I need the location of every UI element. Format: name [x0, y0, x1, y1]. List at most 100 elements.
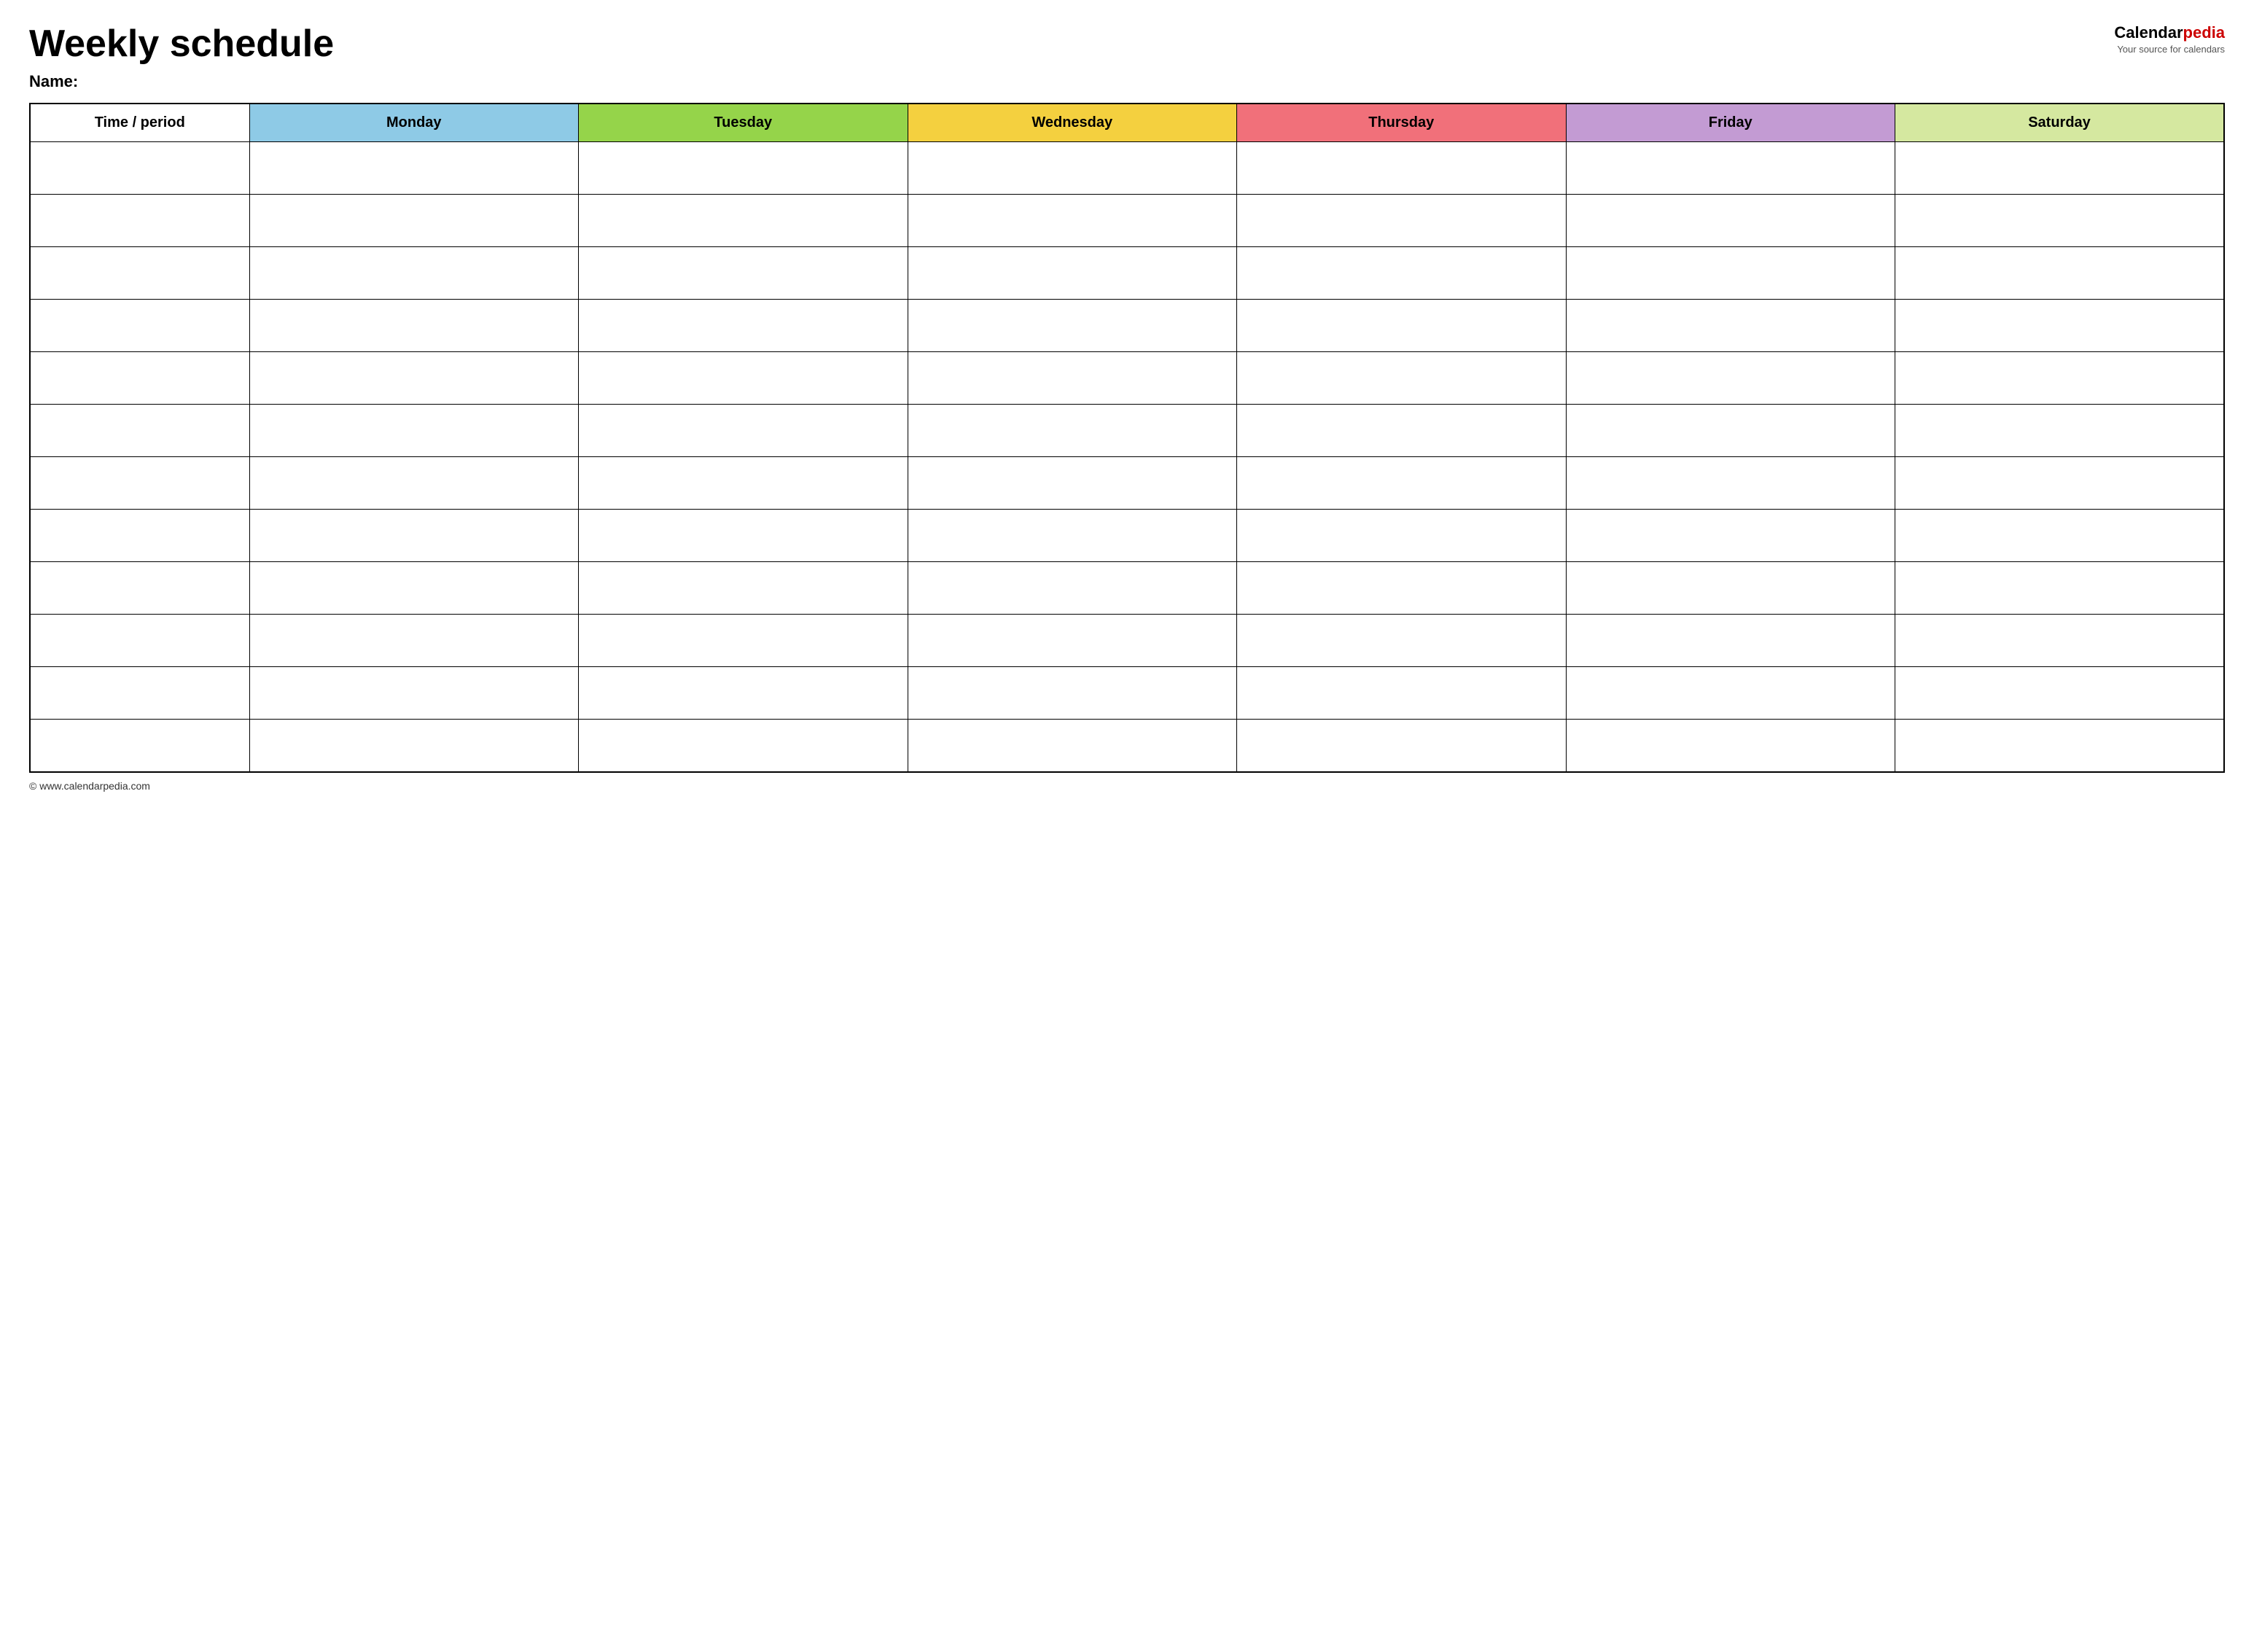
schedule-cell[interactable] — [1566, 300, 1895, 352]
schedule-cell[interactable] — [1566, 562, 1895, 615]
schedule-cell[interactable] — [1566, 667, 1895, 720]
schedule-cell[interactable] — [1237, 142, 1567, 195]
schedule-cell[interactable] — [908, 195, 1237, 247]
schedule-cell[interactable] — [1895, 142, 2225, 195]
col-header-friday: Friday — [1566, 104, 1895, 142]
schedule-cell[interactable] — [579, 510, 908, 562]
schedule-cell[interactable] — [1566, 720, 1895, 772]
schedule-cell[interactable] — [579, 405, 908, 457]
footer-url: © www.calendarpedia.com — [29, 780, 150, 792]
schedule-cell[interactable] — [1237, 352, 1567, 405]
logo-section: Calendarpedia Your source for calendars — [2114, 23, 2225, 55]
schedule-cell[interactable] — [249, 667, 579, 720]
table-row — [30, 615, 2224, 667]
schedule-cell[interactable] — [1566, 352, 1895, 405]
col-header-tuesday: Tuesday — [579, 104, 908, 142]
schedule-cell[interactable] — [579, 195, 908, 247]
schedule-cell[interactable] — [1237, 405, 1567, 457]
col-header-saturday: Saturday — [1895, 104, 2225, 142]
schedule-cell[interactable] — [579, 142, 908, 195]
time-cell[interactable] — [30, 457, 249, 510]
schedule-cell[interactable] — [249, 457, 579, 510]
schedule-cell[interactable] — [908, 510, 1237, 562]
schedule-cell[interactable] — [1566, 615, 1895, 667]
schedule-cell[interactable] — [579, 352, 908, 405]
schedule-cell[interactable] — [908, 562, 1237, 615]
schedule-cell[interactable] — [249, 247, 579, 300]
schedule-cell[interactable] — [249, 352, 579, 405]
schedule-cell[interactable] — [579, 457, 908, 510]
schedule-cell[interactable] — [1237, 510, 1567, 562]
schedule-cell[interactable] — [1566, 142, 1895, 195]
schedule-cell[interactable] — [1895, 615, 2225, 667]
time-cell[interactable] — [30, 510, 249, 562]
time-cell[interactable] — [30, 247, 249, 300]
schedule-cell[interactable] — [1237, 300, 1567, 352]
schedule-cell[interactable] — [579, 300, 908, 352]
schedule-cell[interactable] — [1895, 352, 2225, 405]
time-cell[interactable] — [30, 667, 249, 720]
schedule-cell[interactable] — [1895, 720, 2225, 772]
schedule-cell[interactable] — [908, 300, 1237, 352]
schedule-cell[interactable] — [1895, 195, 2225, 247]
schedule-cell[interactable] — [908, 667, 1237, 720]
schedule-cell[interactable] — [908, 142, 1237, 195]
schedule-cell[interactable] — [908, 247, 1237, 300]
schedule-cell[interactable] — [579, 615, 908, 667]
table-row — [30, 247, 2224, 300]
schedule-cell[interactable] — [908, 405, 1237, 457]
schedule-cell[interactable] — [1895, 667, 2225, 720]
table-row — [30, 457, 2224, 510]
logo-pedia: pedia — [2183, 23, 2225, 42]
logo-subtitle: Your source for calendars — [2117, 44, 2225, 55]
logo-calendar: Calendar — [2114, 23, 2183, 42]
schedule-cell[interactable] — [908, 457, 1237, 510]
schedule-cell[interactable] — [1895, 405, 2225, 457]
schedule-cell[interactable] — [1566, 405, 1895, 457]
schedule-cell[interactable] — [1237, 615, 1567, 667]
time-cell[interactable] — [30, 615, 249, 667]
schedule-cell[interactable] — [1895, 247, 2225, 300]
time-cell[interactable] — [30, 142, 249, 195]
schedule-cell[interactable] — [1895, 457, 2225, 510]
time-cell[interactable] — [30, 720, 249, 772]
schedule-cell[interactable] — [249, 300, 579, 352]
schedule-cell[interactable] — [249, 562, 579, 615]
schedule-cell[interactable] — [1895, 300, 2225, 352]
table-row — [30, 720, 2224, 772]
schedule-cell[interactable] — [1237, 457, 1567, 510]
col-header-time: Time / period — [30, 104, 249, 142]
col-header-monday: Monday — [249, 104, 579, 142]
schedule-cell[interactable] — [249, 405, 579, 457]
schedule-cell[interactable] — [908, 720, 1237, 772]
schedule-cell[interactable] — [908, 615, 1237, 667]
schedule-cell[interactable] — [249, 720, 579, 772]
schedule-cell[interactable] — [1566, 457, 1895, 510]
schedule-cell[interactable] — [1237, 720, 1567, 772]
schedule-cell[interactable] — [249, 510, 579, 562]
schedule-cell[interactable] — [579, 247, 908, 300]
time-cell[interactable] — [30, 195, 249, 247]
schedule-cell[interactable] — [249, 195, 579, 247]
schedule-cell[interactable] — [249, 615, 579, 667]
schedule-cell[interactable] — [579, 562, 908, 615]
time-cell[interactable] — [30, 562, 249, 615]
schedule-cell[interactable] — [579, 720, 908, 772]
schedule-cell[interactable] — [249, 142, 579, 195]
schedule-cell[interactable] — [1566, 510, 1895, 562]
schedule-cell[interactable] — [908, 352, 1237, 405]
schedule-cell[interactable] — [1895, 562, 2225, 615]
schedule-cell[interactable] — [1237, 667, 1567, 720]
schedule-cell[interactable] — [579, 667, 908, 720]
schedule-cell[interactable] — [1237, 247, 1567, 300]
schedule-cell[interactable] — [1566, 195, 1895, 247]
time-cell[interactable] — [30, 300, 249, 352]
time-cell[interactable] — [30, 352, 249, 405]
table-row — [30, 352, 2224, 405]
table-row — [30, 142, 2224, 195]
schedule-cell[interactable] — [1895, 510, 2225, 562]
schedule-cell[interactable] — [1566, 247, 1895, 300]
schedule-cell[interactable] — [1237, 195, 1567, 247]
time-cell[interactable] — [30, 405, 249, 457]
schedule-cell[interactable] — [1237, 562, 1567, 615]
